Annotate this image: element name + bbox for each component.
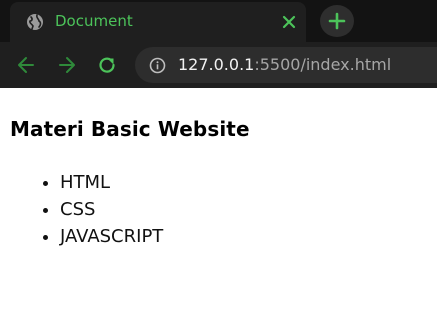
globe-icon: [27, 14, 43, 30]
new-tab-button[interactable]: [320, 5, 354, 37]
tab-strip: Document: [0, 0, 437, 42]
reload-icon[interactable]: [96, 54, 118, 76]
list-item: HTML: [60, 169, 163, 196]
url-path: :5500/index.html: [254, 55, 392, 74]
url-host: 127.0.0.1: [178, 55, 255, 74]
info-icon[interactable]: [149, 57, 166, 74]
list-item: CSS: [60, 196, 163, 223]
plus-icon: [328, 12, 346, 30]
topic-list: HTML CSS JAVASCRIPT: [0, 169, 163, 250]
page-content: Materi Basic Website HTML CSS JAVASCRIPT: [0, 88, 437, 333]
url-text: 127.0.0.1:5500/index.html: [178, 55, 391, 74]
list-item: JAVASCRIPT: [60, 223, 163, 250]
tab-document[interactable]: Document: [10, 2, 306, 42]
browser-chrome: Document 127.0.0.1:5500/index.html: [0, 0, 437, 88]
arrow-left-icon[interactable]: [15, 54, 37, 76]
toolbar: 127.0.0.1:5500/index.html: [0, 42, 437, 88]
close-icon[interactable]: [280, 13, 298, 31]
tab-title: Document: [55, 12, 133, 30]
arrow-right-icon[interactable]: [56, 54, 78, 76]
page-heading: Materi Basic Website: [10, 117, 250, 141]
address-bar[interactable]: 127.0.0.1:5500/index.html: [135, 47, 437, 83]
